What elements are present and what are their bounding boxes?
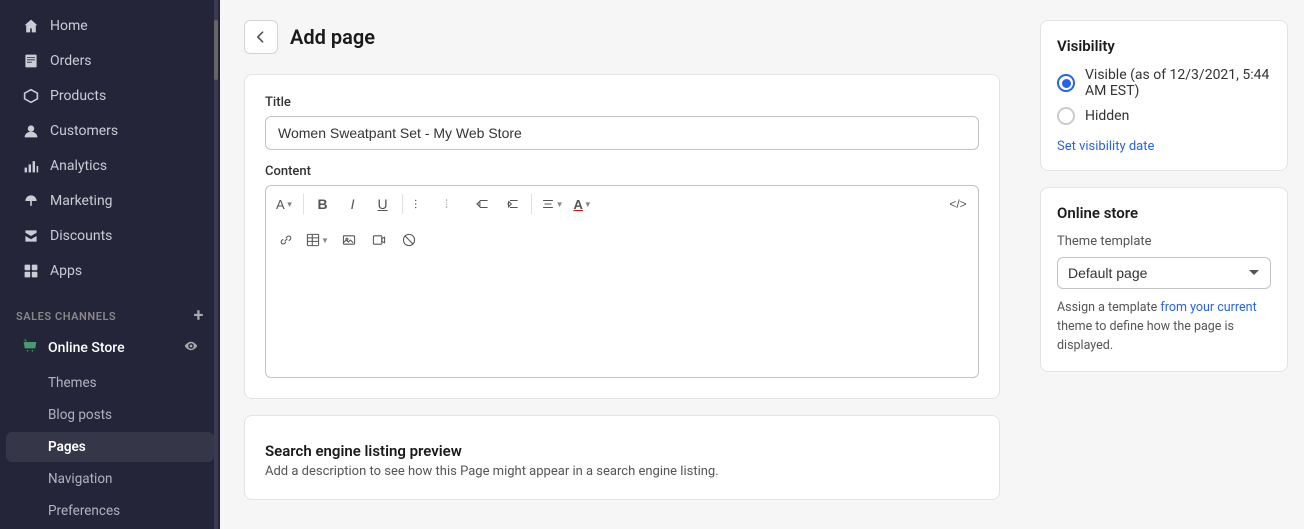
visibility-hidden-label: Hidden [1085,108,1129,124]
toolbar-link-button[interactable] [272,226,300,254]
home-icon [22,17,40,35]
apps-icon [22,262,40,280]
editor-toolbar-row2: ▼ [265,222,979,258]
theme-template-label: Theme template [1057,234,1271,249]
sidebar-item-apps[interactable]: Apps [6,254,214,288]
online-store-title: Online store [1057,204,1271,222]
main-content: Add page Title Content A ▼ B I U 123 [220,0,1024,529]
online-store-description: Assign a template from your current them… [1057,299,1271,355]
your-current-link[interactable]: your current [1190,300,1257,315]
toolbar-divider-3 [531,194,532,214]
sidebar-scrollbar-thumb[interactable] [214,20,218,80]
sidebar-item-customers-label: Customers [50,123,118,139]
products-icon [22,87,40,105]
sidebar-online-store-label: Online Store [48,340,125,356]
sidebar-item-analytics[interactable]: Analytics [6,149,214,183]
sidebar-item-analytics-label: Analytics [50,158,107,174]
seo-section: Search engine listing preview Add a desc… [265,442,979,479]
toolbar-divider-2 [402,194,403,214]
toolbar-bold-button[interactable]: B [309,190,337,218]
toolbar-table-button[interactable]: ▼ [302,230,333,250]
sidebar-item-discounts[interactable]: Discounts [6,219,214,253]
sidebar-sub-blog-posts[interactable]: Blog posts [6,400,214,430]
sidebar-item-home-label: Home [50,18,88,34]
toolbar-indent-increase-button[interactable] [498,190,526,218]
visibility-visible-radio[interactable] [1057,74,1075,92]
sidebar-item-online-store[interactable]: Online Store [6,330,214,366]
toolbar-font-size-button[interactable]: A ▼ [272,194,298,215]
sidebar-scrollbar-track [214,0,218,529]
sales-channels-section: SALES CHANNELS + [0,297,220,329]
sidebar-item-apps-label: Apps [50,263,82,279]
toolbar-italic-button[interactable]: I [339,190,367,218]
editor-toolbar-row1: A ▼ B I U 123 ▼ [265,185,979,222]
seo-card: Search engine listing preview Add a desc… [244,415,1000,500]
online-store-card: Online store Theme template Default page… [1040,187,1288,372]
add-sales-channel-button[interactable]: + [194,307,204,325]
svg-text:3: 3 [445,205,447,209]
editor-body[interactable] [265,258,979,378]
sidebar-sub-navigation[interactable]: Navigation [6,464,214,494]
toolbar-image-button[interactable] [335,226,363,254]
sidebar-sub-pages[interactable]: Pages [6,432,214,462]
sidebar-item-discounts-label: Discounts [50,228,112,244]
side-panel: Visibility Visible (as of 12/3/2021, 5:4… [1024,0,1304,529]
orders-icon [22,52,40,70]
sidebar-item-orders[interactable]: Orders [6,44,214,78]
sidebar-item-orders-label: Orders [50,53,92,69]
back-button[interactable] [244,20,278,54]
visibility-visible-label: Visible (as of 12/3/2021, 5:44 AM EST) [1085,67,1271,99]
sidebar-item-marketing[interactable]: Marketing [6,184,214,218]
visibility-visible-option[interactable]: Visible (as of 12/3/2021, 5:44 AM EST) [1057,67,1271,99]
marketing-icon [22,192,40,210]
page-title: Add page [290,25,375,49]
toolbar-text-color-button[interactable]: A ▼ [570,194,596,215]
sidebar-sub-themes[interactable]: Themes [6,368,214,398]
toolbar-video-button[interactable] [365,226,393,254]
toolbar-indent-decrease-button[interactable] [468,190,496,218]
content-field-label: Content [265,164,979,179]
toolbar-block-button[interactable] [395,226,423,254]
seo-title: Search engine listing preview [265,442,979,460]
analytics-icon [22,157,40,175]
toolbar-divider-1 [303,194,304,214]
sidebar-item-customers[interactable]: Customers [6,114,214,148]
toolbar-ul-button[interactable] [408,190,436,218]
theme-template-select[interactable]: Default page Contact Custom [1057,257,1271,289]
visibility-title: Visibility [1057,37,1271,55]
sidebar: Home Orders Products Custo [0,0,220,529]
visibility-hidden-radio[interactable] [1057,107,1075,125]
visibility-card: Visibility Visible (as of 12/3/2021, 5:4… [1040,20,1288,171]
sidebar-item-home[interactable]: Home [6,9,214,43]
customers-icon [22,122,40,140]
toolbar-ol-button[interactable]: 123 [438,190,466,218]
title-card: Title Content A ▼ B I U 123 [244,74,1000,399]
sidebar-item-products-label: Products [50,88,106,104]
online-store-icon [22,338,38,358]
page-header: Add page [244,20,1000,54]
sidebar-item-marketing-label: Marketing [50,193,113,209]
toolbar-code-button[interactable]: </> [944,190,972,218]
title-input[interactable] [265,116,979,150]
seo-description: Add a description to see how this Page m… [265,464,979,479]
from-link[interactable]: from [1160,300,1187,315]
online-store-eye-icon[interactable] [184,339,198,357]
sidebar-item-products[interactable]: Products [6,79,214,113]
title-field-label: Title [265,95,979,110]
toolbar-align-button[interactable]: ▼ [537,194,568,214]
set-visibility-date-link[interactable]: Set visibility date [1057,139,1154,154]
discounts-icon [22,227,40,245]
visibility-hidden-option[interactable]: Hidden [1057,107,1271,125]
sidebar-sub-preferences[interactable]: Preferences [6,496,214,526]
toolbar-underline-button[interactable]: U [369,190,397,218]
